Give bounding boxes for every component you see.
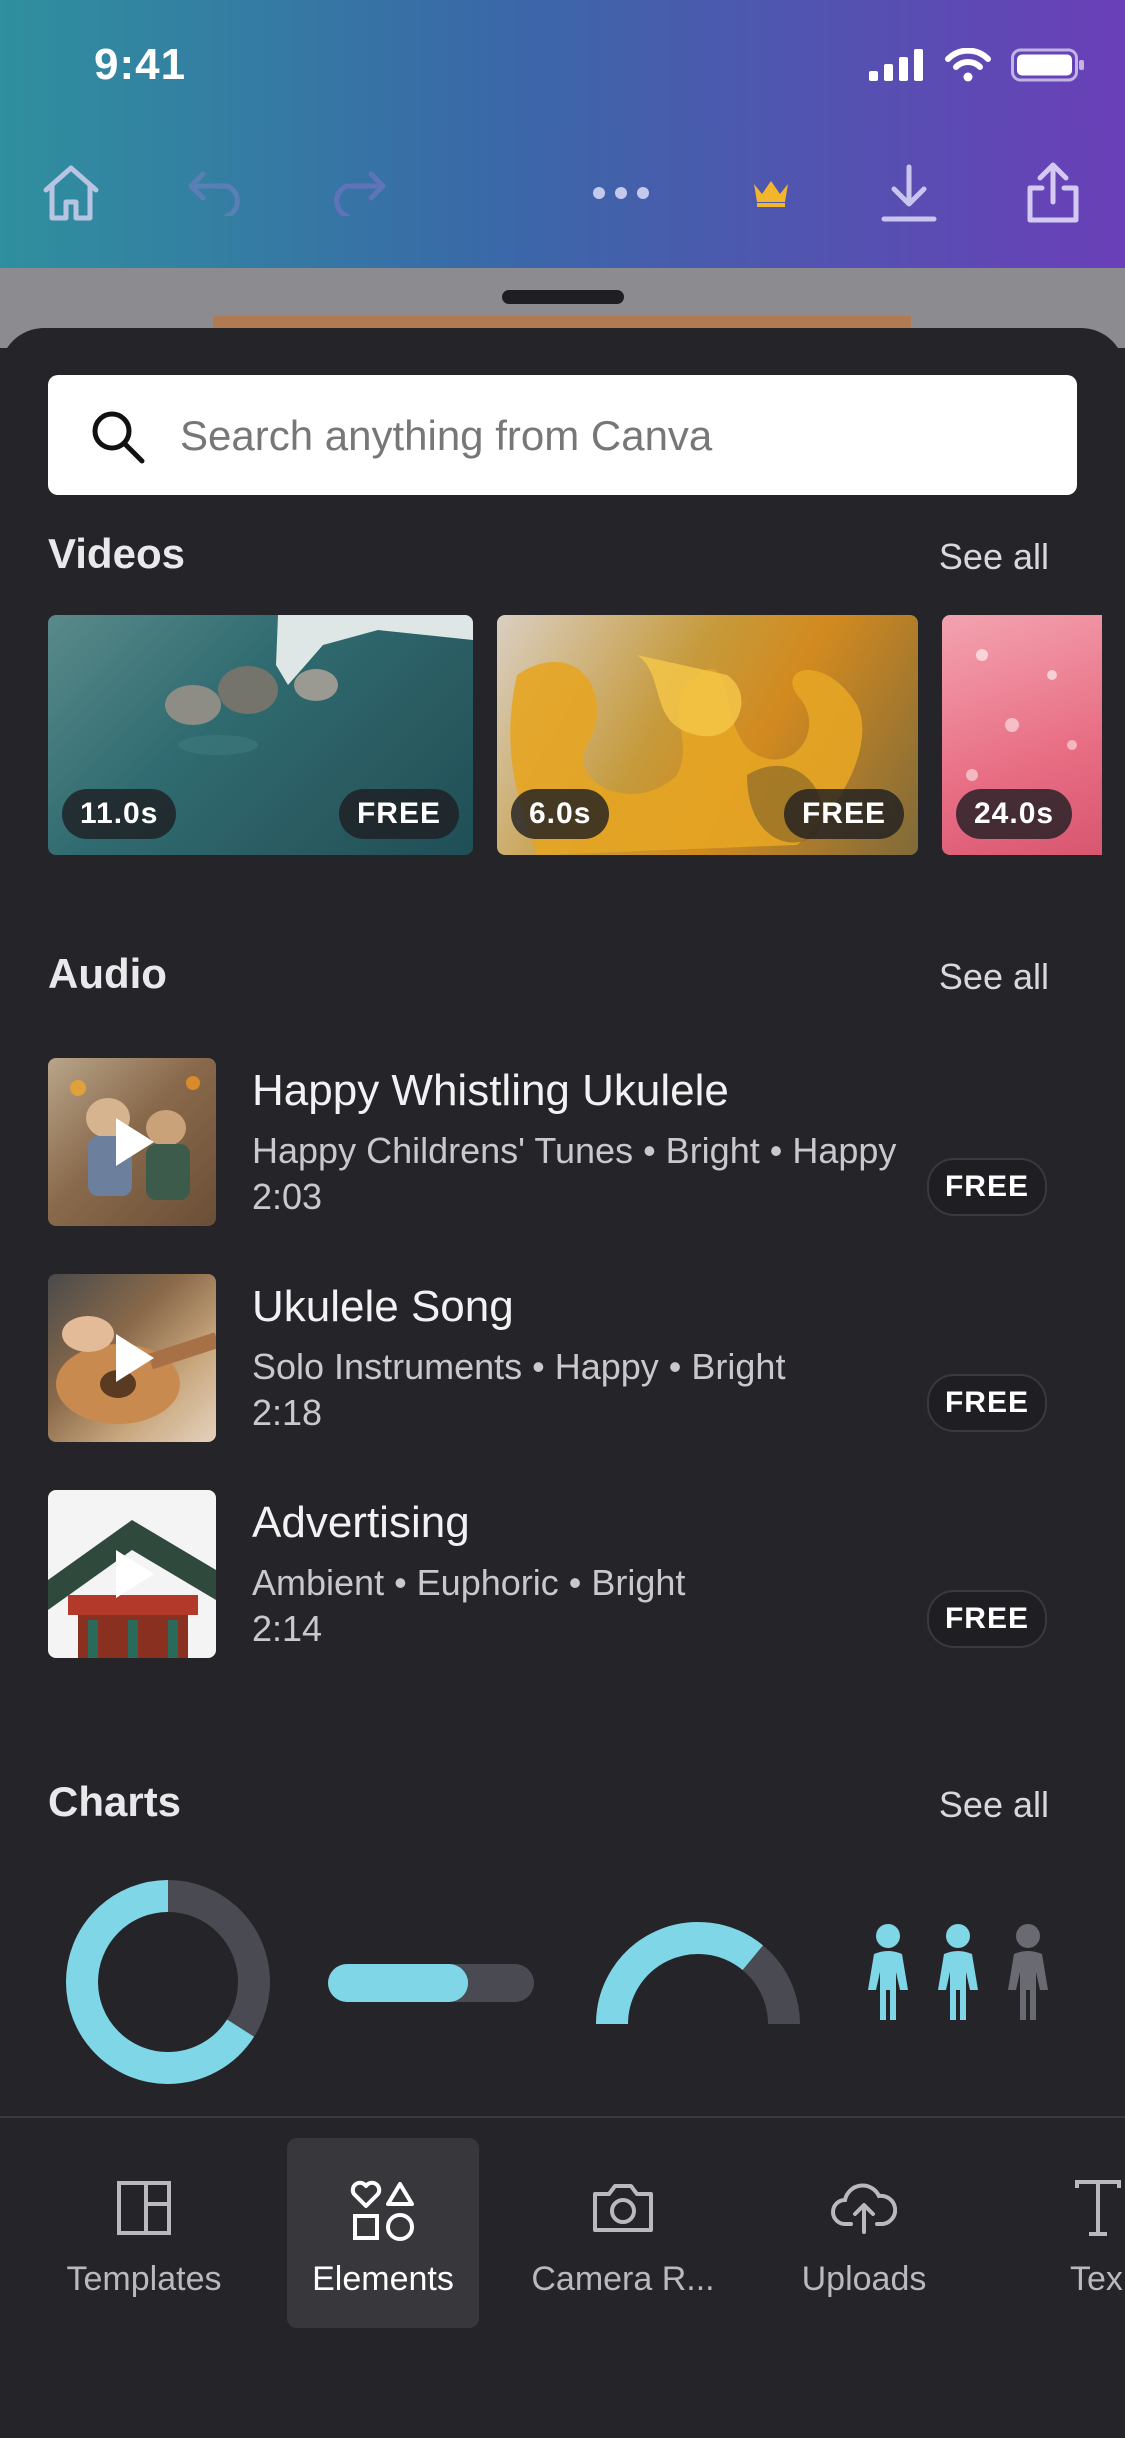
home-button[interactable] (26, 150, 116, 240)
home-icon (40, 164, 102, 227)
templates-icon (116, 2180, 172, 2241)
person-icon (938, 1924, 978, 2020)
charts-see-all[interactable]: See all (939, 1784, 1049, 1826)
nav-label: Camera R... (531, 2260, 715, 2298)
nav-label: Templates (66, 2260, 222, 2298)
audio-tags: Solo Instruments • Happy • Bright (252, 1346, 786, 1387)
audio-see-all[interactable]: See all (939, 956, 1049, 998)
nav-label: Tex (1070, 2260, 1123, 2298)
search-icon (88, 407, 148, 472)
video-duration: 11.0s (62, 789, 177, 839)
video-thumbnail[interactable]: 24.0s (942, 615, 1102, 855)
audio-title: Advertising (252, 1498, 470, 1547)
share-button[interactable] (1008, 150, 1098, 240)
crown-icon (752, 178, 790, 213)
search-input[interactable] (178, 401, 1042, 471)
audio-list-item[interactable]: Ukulele Song Solo Instruments • Happy • … (48, 1274, 1077, 1444)
undo-icon (187, 170, 247, 221)
elements-icon (350, 2180, 416, 2247)
play-icon (112, 1332, 156, 1389)
donut-chart[interactable] (66, 1880, 270, 2084)
audio-duration: 2:03 (252, 1176, 323, 1217)
free-badge: FREE (927, 1374, 1047, 1432)
nav-label: Elements (312, 2260, 454, 2298)
editor-header: 9:41 (0, 0, 1125, 268)
audio-thumbnail (48, 1274, 216, 1442)
nav-uploads[interactable]: Uploads (764, 2138, 964, 2328)
audio-title: Ukulele Song (252, 1282, 514, 1331)
search-bar[interactable] (48, 375, 1077, 495)
audio-tags: Ambient • Euphoric • Bright (252, 1562, 686, 1603)
download-icon (880, 163, 938, 228)
status-time: 9:41 (94, 40, 187, 89)
premium-button[interactable] (726, 150, 816, 240)
video-duration: 6.0s (511, 789, 610, 839)
nav-templates[interactable]: Templates (44, 2138, 244, 2328)
nav-elements[interactable]: Elements (287, 2138, 479, 2328)
audio-thumbnail (48, 1490, 216, 1658)
redo-icon (327, 170, 387, 221)
camera-icon (591, 2180, 655, 2239)
video-thumbnail[interactable]: 11.0s FREE (48, 615, 473, 855)
redo-button[interactable] (312, 150, 402, 240)
share-icon (1024, 162, 1082, 229)
audio-list-item[interactable]: Advertising Ambient • Euphoric • Bright … (48, 1490, 1077, 1660)
charts-title: Charts (48, 1778, 182, 1825)
panel-drag-handle[interactable] (502, 290, 624, 304)
text-icon (1073, 2180, 1123, 2241)
audio-thumbnail (48, 1058, 216, 1226)
editor-toolbar (0, 150, 1125, 240)
download-button[interactable] (864, 150, 954, 240)
free-badge: FREE (927, 1590, 1047, 1648)
bottom-nav: Templates Elements Camera R... Uploads T… (0, 2116, 1125, 2438)
undo-button[interactable] (172, 150, 262, 240)
people-icons-chart[interactable] (868, 1924, 1048, 2020)
nav-text[interactable]: Tex (1040, 2138, 1125, 2328)
status-icons (869, 47, 1085, 87)
upload-cloud-icon (831, 2180, 898, 2241)
more-button[interactable] (576, 150, 666, 240)
free-badge: FREE (338, 789, 459, 839)
play-icon (112, 1116, 156, 1173)
videos-see-all[interactable]: See all (939, 536, 1049, 578)
nav-camera-roll[interactable]: Camera R... (518, 2138, 728, 2328)
battery-icon (1011, 48, 1085, 87)
progress-bar-chart[interactable] (328, 1964, 534, 2002)
audio-title: Happy Whistling Ukulele (252, 1066, 729, 1115)
free-badge: FREE (783, 789, 904, 839)
audio-duration: 2:18 (252, 1392, 323, 1433)
charts-row (0, 1870, 1125, 2110)
person-icon (1008, 1924, 1048, 2020)
half-gauge-chart[interactable] (596, 1921, 800, 2025)
free-badge: FREE (927, 1158, 1047, 1216)
wifi-icon (945, 47, 991, 87)
audio-list-item[interactable]: Happy Whistling Ukulele Happy Childrens'… (48, 1058, 1077, 1228)
person-icon (868, 1924, 908, 2020)
videos-title: Videos (48, 530, 185, 577)
play-icon (112, 1548, 156, 1605)
audio-tags: Happy Childrens' Tunes • Bright • Happy (252, 1130, 897, 1171)
audio-duration: 2:14 (252, 1608, 323, 1649)
video-duration: 24.0s (956, 789, 1073, 839)
more-icon (591, 186, 651, 205)
audio-title: Audio (48, 950, 167, 997)
signal-icon (869, 49, 925, 86)
nav-label: Uploads (801, 2260, 927, 2298)
video-thumbnail[interactable]: 6.0s FREE (497, 615, 918, 855)
